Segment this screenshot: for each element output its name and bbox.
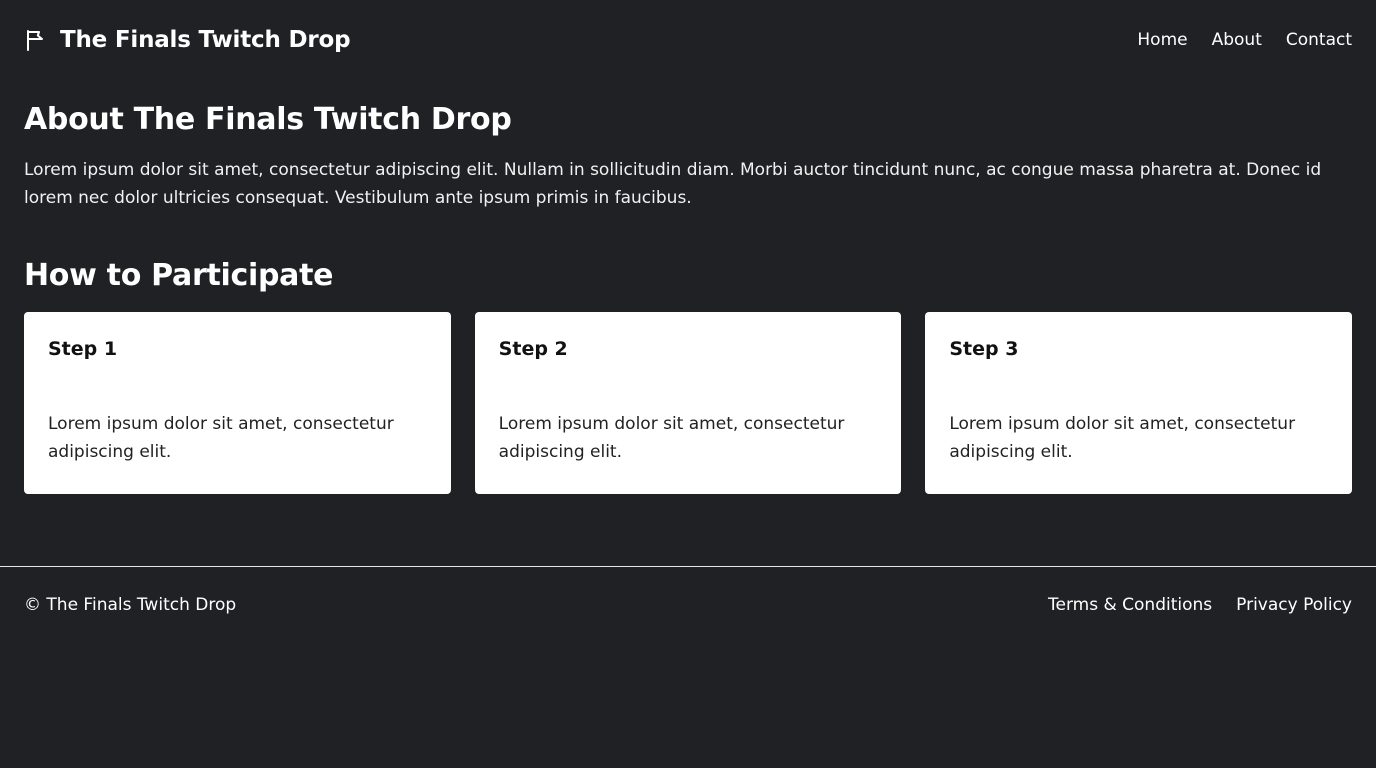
step-title: Step 2 [498, 338, 568, 360]
steps-section: Step 1 Lorem ipsum dolor sit amet, conse… [24, 312, 1353, 494]
step-description: Lorem ipsum dolor sit amet, consectetur … [949, 414, 1296, 462]
main-nav: Home About Contact [1137, 30, 1352, 50]
terms-link[interactable]: Terms & Conditions [1048, 595, 1212, 615]
nav-home-link[interactable]: Home [1137, 30, 1187, 50]
flag-icon [27, 30, 43, 51]
nav-contact-link[interactable]: Contact [1286, 30, 1352, 50]
step-card-2: Step 2 Lorem ipsum dolor sit amet, conse… [474, 312, 902, 494]
footer-links: Terms & Conditions Privacy Policy [1048, 595, 1352, 615]
step-description: Lorem ipsum dolor sit amet, consectetur … [48, 414, 394, 462]
step-title: Step 1 [48, 338, 118, 360]
copyright-text: © The Finals Twitch Drop [24, 595, 237, 615]
step-card-3: Step 3 Lorem ipsum dolor sit amet, conse… [925, 312, 1353, 494]
participate-heading: How to Participate [24, 258, 334, 293]
footer-divider [0, 566, 1376, 567]
about-heading: About The Finals Twitch Drop [24, 102, 512, 137]
nav-about-link[interactable]: About [1212, 30, 1262, 50]
site-footer: © The Finals Twitch Drop Terms & Conditi… [0, 586, 1376, 624]
about-description: Lorem ipsum dolor sit amet, consectetur … [24, 160, 1322, 208]
step-description: Lorem ipsum dolor sit amet, consectetur … [498, 414, 845, 462]
privacy-link[interactable]: Privacy Policy [1236, 595, 1352, 615]
site-header: The Finals Twitch Drop Home About Contac… [0, 0, 1376, 80]
step-card-1: Step 1 Lorem ipsum dolor sit amet, conse… [24, 312, 451, 494]
brand[interactable]: The Finals Twitch Drop [24, 27, 351, 53]
site-title: The Finals Twitch Drop [60, 27, 351, 53]
step-title: Step 3 [949, 338, 1019, 360]
